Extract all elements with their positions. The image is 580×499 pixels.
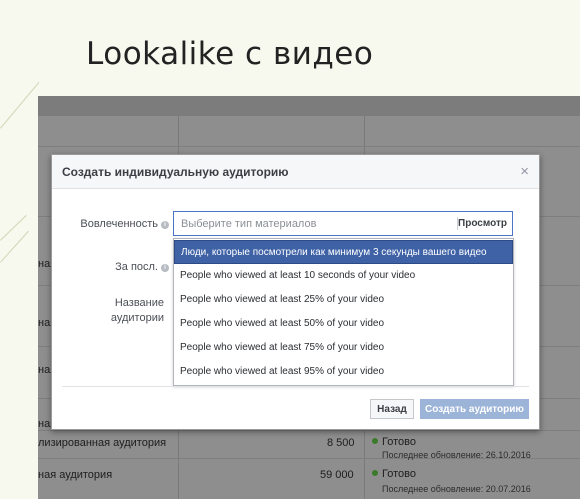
last-updated-text: Последнее обновление: 26.10.2016	[382, 450, 531, 460]
dropdown-option[interactable]: Люди, которые посмотрели как минимум 3 с…	[174, 240, 513, 264]
dropdown-option[interactable]: People who viewed at least 95% of your v…	[174, 360, 513, 384]
dialog-header: Создать индивидуальную аудиторию ×	[52, 155, 539, 189]
info-icon[interactable]: i	[161, 264, 169, 272]
dialog-title: Создать индивидуальную аудиторию	[62, 165, 289, 179]
material-type-dropdown: Люди, которые посмотрели как минимум 3 с…	[173, 238, 514, 386]
material-type-select[interactable]: Выберите тип материалов Просмотр	[173, 211, 513, 236]
dialog-footer-divider	[62, 386, 529, 387]
close-icon[interactable]: ×	[520, 163, 529, 180]
create-custom-audience-dialog: Создать индивидуальную аудиторию × Вовле…	[51, 154, 540, 430]
engagement-label: Вовлеченность i	[80, 218, 169, 230]
create-audience-button[interactable]: Создать аудиторию	[420, 399, 529, 419]
browse-button[interactable]: Просмотр	[458, 218, 507, 229]
status-badge: Готово	[372, 436, 416, 448]
dropdown-option[interactable]: People who viewed at least 25% of your v…	[174, 288, 513, 312]
status-dot-icon	[372, 438, 378, 444]
back-button[interactable]: Назад	[370, 399, 414, 419]
dropdown-option[interactable]: People who viewed at least 75% of your v…	[174, 336, 513, 360]
table-row-size: 59 000	[320, 469, 354, 481]
period-label: За посл. i	[115, 261, 169, 273]
audience-name-label: Название аудитории	[110, 297, 164, 324]
row-divider	[38, 146, 580, 147]
status-badge: Готово	[372, 468, 416, 480]
decorative-line	[0, 82, 40, 129]
info-icon[interactable]: i	[161, 221, 169, 229]
table-row-name: ная аудитория	[38, 469, 113, 481]
last-updated-text: Последнее обновление: 20.07.2016	[382, 484, 531, 494]
select-placeholder: Выберите тип материалов	[181, 218, 317, 230]
slide-title: Lookalike с видео	[86, 36, 374, 72]
dropdown-option[interactable]: People who viewed at least 50% of your v…	[174, 312, 513, 336]
background-toolbar	[38, 96, 580, 116]
table-row-size: 8 500	[327, 437, 355, 449]
dropdown-option[interactable]: People who viewed at least 10 seconds of…	[174, 264, 513, 288]
table-row-name: лизированная аудитория	[38, 437, 167, 449]
status-dot-icon	[372, 470, 378, 476]
row-divider	[38, 430, 580, 431]
